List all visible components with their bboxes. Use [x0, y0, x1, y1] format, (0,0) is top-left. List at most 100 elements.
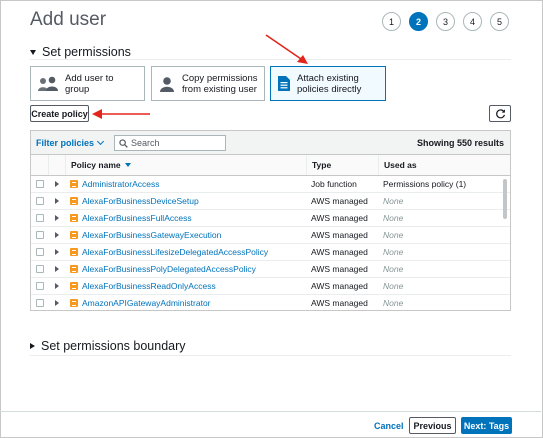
policy-icon: [70, 214, 78, 222]
caret-right-icon: [55, 249, 59, 255]
policy-name-link[interactable]: AlexaForBusinessPolyDelegatedAccessPolic…: [82, 264, 256, 274]
type-cell: AWS managed: [311, 247, 368, 257]
used-as-cell: None: [383, 196, 404, 206]
policy-name-link[interactable]: AdministratorAccess: [82, 179, 159, 189]
policy-name-link[interactable]: AlexaForBusinessDeviceSetup: [82, 196, 199, 206]
chevron-down-icon: [96, 137, 105, 146]
wizard-steps: 1 2 3 4 5: [382, 12, 509, 31]
policy-document-icon: [277, 75, 291, 92]
expand-toggle[interactable]: [55, 295, 59, 310]
expand-column: [48, 155, 65, 175]
policy-name-cell: AlexaForBusinessReadOnlyAccess: [70, 278, 216, 294]
expand-toggle[interactable]: [55, 210, 59, 226]
option-label: Copy permissions from existing user: [182, 72, 258, 95]
expand-toggle[interactable]: [55, 244, 59, 260]
policy-icon: [70, 231, 78, 239]
select-column: [31, 155, 48, 175]
group-icon: [37, 76, 59, 92]
table-row[interactable]: AmazonAPIGatewayAdministrator AWS managed…: [31, 295, 510, 310]
sort-desc-icon: [124, 163, 131, 167]
row-checkbox[interactable]: [36, 295, 44, 310]
policy-name-cell: AmazonAPIGatewayAdministrator: [70, 295, 211, 310]
policy-icon: [70, 248, 78, 256]
row-checkbox[interactable]: [36, 261, 44, 277]
table-row[interactable]: AlexaForBusinessLifesizeDelegatedAccessP…: [31, 244, 510, 261]
checkbox[interactable]: [36, 180, 44, 188]
cancel-link[interactable]: Cancel: [374, 421, 404, 431]
step-3[interactable]: 3: [436, 12, 455, 31]
column-policy-name[interactable]: Policy name: [65, 155, 306, 175]
filter-label: Filter policies: [36, 138, 95, 148]
table-row[interactable]: AlexaForBusinessDeviceSetup AWS managed No…: [31, 193, 510, 210]
policy-name-cell: AlexaForBusinessPolyDelegatedAccessPolic…: [70, 261, 256, 277]
policy-name-link[interactable]: AlexaForBusinessLifesizeDelegatedAccessP…: [82, 247, 268, 257]
policy-icon: [70, 197, 78, 205]
filter-policies-dropdown[interactable]: Filter policies: [36, 137, 105, 148]
option-add-user-to-group[interactable]: Add user to group: [30, 66, 145, 101]
option-copy-permissions[interactable]: Copy permissions from existing user: [151, 66, 265, 101]
search-icon: [119, 138, 128, 148]
used-as-cell: None: [383, 213, 404, 223]
used-as-cell: None: [383, 264, 404, 274]
table-row[interactable]: AdministratorAccess Job function Permissio…: [31, 176, 510, 193]
row-checkbox[interactable]: [36, 193, 44, 209]
set-permissions-boundary-header[interactable]: Set permissions boundary: [30, 339, 186, 353]
table-body: AdministratorAccess Job function Permissio…: [31, 176, 510, 310]
user-icon: [158, 76, 176, 92]
row-checkbox[interactable]: [36, 227, 44, 243]
row-checkbox[interactable]: [36, 210, 44, 226]
policy-name-link[interactable]: AmazonAPIGatewayAdministrator: [82, 298, 211, 308]
used-as-cell: None: [383, 247, 404, 257]
expand-toggle[interactable]: [55, 227, 59, 243]
set-permissions-boundary-label: Set permissions boundary: [41, 339, 186, 353]
expand-toggle[interactable]: [55, 193, 59, 209]
policy-name-cell: AlexaForBusinessGatewayExecution: [70, 227, 221, 243]
row-checkbox[interactable]: [36, 176, 44, 192]
column-type[interactable]: Type: [306, 155, 378, 175]
column-used-as[interactable]: Used as: [378, 155, 510, 175]
option-attach-policies[interactable]: Attach existing policies directly: [270, 66, 386, 101]
next-tags-button[interactable]: Next: Tags: [461, 417, 512, 434]
checkbox[interactable]: [36, 299, 44, 307]
checkbox[interactable]: [36, 214, 44, 222]
expand-toggle[interactable]: [55, 261, 59, 277]
set-permissions-header[interactable]: Set permissions: [30, 45, 131, 59]
table-header: Policy name Type Used as: [31, 155, 510, 176]
table-scrollbar[interactable]: [503, 179, 507, 219]
expand-toggle[interactable]: [55, 176, 59, 192]
results-count: Showing 550 results: [416, 138, 504, 148]
policy-name-link[interactable]: AlexaForBusinessFullAccess: [82, 213, 192, 223]
policy-name-cell: AlexaForBusinessFullAccess: [70, 210, 192, 226]
step-4[interactable]: 4: [463, 12, 482, 31]
checkbox[interactable]: [36, 231, 44, 239]
column-label: Policy name: [71, 160, 121, 170]
footer-divider: [0, 411, 541, 412]
table-row[interactable]: AlexaForBusinessFullAccess AWS managed Non…: [31, 210, 510, 227]
table-row[interactable]: AlexaForBusinessGatewayExecution AWS mana…: [31, 227, 510, 244]
checkbox[interactable]: [36, 197, 44, 205]
refresh-button[interactable]: [489, 105, 511, 122]
expand-toggle[interactable]: [55, 278, 59, 294]
search-box[interactable]: [114, 135, 226, 151]
checkbox[interactable]: [36, 282, 44, 290]
create-policy-button[interactable]: Create policy: [30, 105, 89, 122]
search-input[interactable]: [131, 138, 221, 148]
row-checkbox[interactable]: [36, 278, 44, 294]
table-row[interactable]: AlexaForBusinessPolyDelegatedAccessPolic…: [31, 261, 510, 278]
policy-name-link[interactable]: AlexaForBusinessReadOnlyAccess: [82, 281, 216, 291]
checkbox[interactable]: [36, 265, 44, 273]
policy-name-link[interactable]: AlexaForBusinessGatewayExecution: [82, 230, 221, 240]
checkbox[interactable]: [36, 248, 44, 256]
step-2[interactable]: 2: [409, 12, 428, 31]
caret-right-icon: [30, 343, 35, 349]
row-checkbox[interactable]: [36, 244, 44, 260]
previous-button[interactable]: Previous: [409, 417, 456, 434]
used-as-cell: None: [383, 230, 404, 240]
step-1[interactable]: 1: [382, 12, 401, 31]
table-row[interactable]: AlexaForBusinessReadOnlyAccess AWS manage…: [31, 278, 510, 295]
step-5[interactable]: 5: [490, 12, 509, 31]
policy-name-cell: AlexaForBusinessDeviceSetup: [70, 193, 199, 209]
policy-name-cell: AlexaForBusinessLifesizeDelegatedAccessP…: [70, 244, 268, 260]
used-as-cell: None: [383, 298, 404, 308]
caret-right-icon: [55, 198, 59, 204]
